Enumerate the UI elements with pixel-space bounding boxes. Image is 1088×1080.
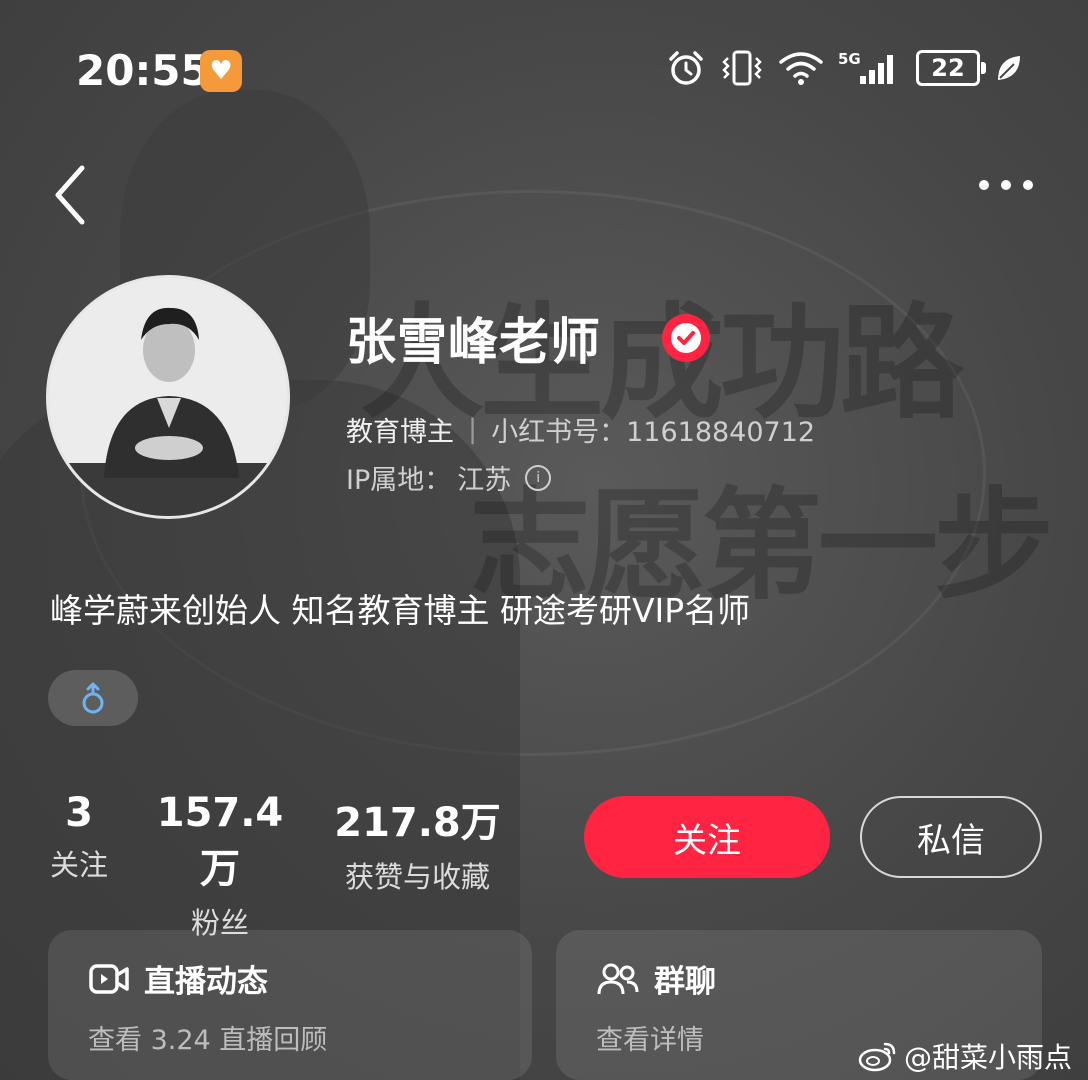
network-label: 5G: [838, 50, 861, 68]
weibo-icon: [858, 1042, 896, 1072]
stat-value: 157.4万: [156, 790, 284, 892]
alarm-icon: [669, 51, 703, 85]
profile-name: 张雪峰老师: [346, 313, 601, 371]
redbook-id-label: 小红书号：: [491, 417, 627, 448]
watermark: @甜菜小雨点: [858, 1036, 1072, 1076]
live-video-icon: [89, 963, 129, 994]
redbook-id-value: 11618840712: [626, 417, 816, 448]
card-subtitle: 查看详情: [596, 1025, 704, 1056]
watermark-text: @甜菜小雨点: [904, 1041, 1073, 1074]
vibrate-icon: [722, 50, 762, 86]
profile-role: 教育博主: [346, 417, 454, 448]
verified-check-icon: [662, 314, 710, 362]
stat-label: 获赞与收藏: [344, 860, 490, 894]
battery-indicator: 22: [916, 50, 986, 86]
status-icons: 5G 22: [666, 48, 1024, 88]
redbook-id[interactable]: 小红书号：11618840712: [491, 410, 815, 449]
wifi-icon: [779, 52, 823, 85]
card-title-text: 直播动态: [144, 964, 268, 1000]
stat-value: 217.8万: [334, 800, 501, 846]
meta-separator: |: [468, 414, 478, 445]
card-title: 直播动态: [88, 956, 268, 1001]
stat-label: 关注: [49, 848, 108, 882]
avatar[interactable]: [46, 275, 290, 519]
card-subtitle: 查看 3.24 直播回顾: [88, 1025, 328, 1056]
chevron-left-icon[interactable]: [48, 160, 94, 230]
ip-label: IP属地：: [346, 465, 452, 496]
card-title-text: 群聊: [654, 964, 716, 1000]
ip-value: 江苏: [457, 465, 512, 496]
follow-button[interactable]: 关注: [584, 796, 830, 878]
more-dots-icon[interactable]: [968, 165, 1048, 205]
card-title: 群聊: [596, 956, 716, 1001]
stat-likes-collections[interactable]: 217.8万 获赞与收藏: [330, 790, 505, 896]
status-time: 20:55: [76, 46, 210, 95]
profile-bio: 峰学蔚来创始人 知名教育博主 研途考研VIP名师: [50, 591, 751, 630]
ip-location: IP属地： 江苏 i: [346, 458, 552, 497]
info-icon[interactable]: i: [525, 464, 552, 491]
5g-signal-icon: 5G: [838, 50, 893, 84]
avatar-image: [49, 278, 287, 516]
stat-value: 3: [65, 790, 93, 836]
stat-following[interactable]: 3 关注: [44, 790, 114, 884]
live-updates-card[interactable]: 直播动态 查看 3.24 直播回顾: [48, 930, 532, 1080]
profile-meta: 教育博主 | 小红书号：11618840712: [346, 410, 815, 449]
stat-fans[interactable]: 157.4万 粉丝: [140, 790, 300, 942]
group-chat-icon: [597, 963, 639, 994]
gender-tag: [48, 670, 138, 726]
male-icon: [82, 682, 104, 714]
leaf-icon: [998, 56, 1020, 80]
status-bar: 20:55 ♥ 5G 22: [0, 40, 1088, 104]
heart-app-icon: ♥: [200, 50, 242, 92]
message-button[interactable]: 私信: [860, 796, 1042, 878]
